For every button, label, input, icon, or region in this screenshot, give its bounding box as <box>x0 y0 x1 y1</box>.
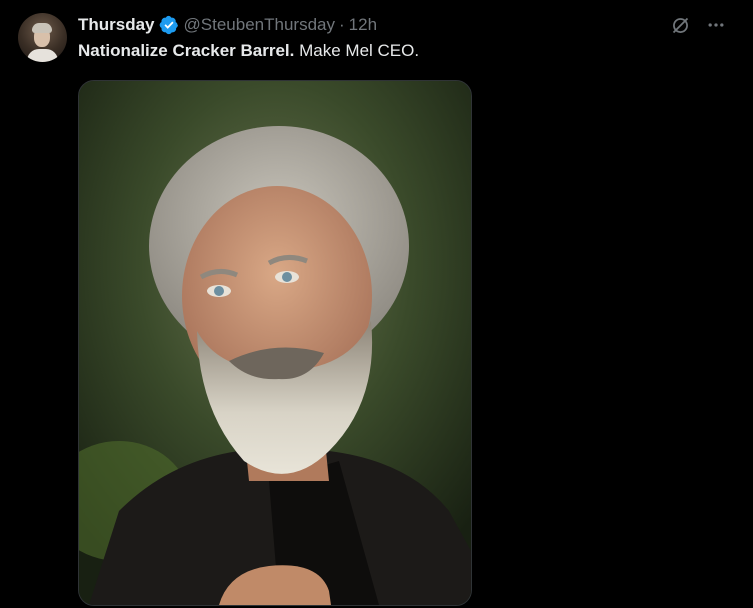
timestamp[interactable]: 12h <box>349 15 377 35</box>
tweet-text-bold: Nationalize Cracker Barrel. <box>78 41 295 60</box>
avatar-body <box>27 49 58 62</box>
separator-dot: · <box>339 15 345 34</box>
tweet[interactable]: Thursday @SteubenThursday · 12h National… <box>0 0 753 608</box>
top-actions <box>669 14 727 36</box>
tweet-header: Thursday @SteubenThursday · 12h <box>78 14 377 36</box>
tweet-text: Nationalize Cracker Barrel. Make Mel CEO… <box>78 41 419 61</box>
verified-badge-icon <box>159 15 179 35</box>
tweet-text-rest: Make Mel CEO. <box>294 41 420 60</box>
avatar[interactable] <box>18 13 67 62</box>
more-icon[interactable] <box>705 14 727 36</box>
display-name[interactable]: Thursday <box>78 15 155 35</box>
tweet-photo[interactable] <box>78 80 472 606</box>
handle[interactable]: @SteubenThursday <box>184 15 335 35</box>
portrait-illustration <box>79 81 471 605</box>
grok-icon[interactable] <box>669 14 691 36</box>
avatar-hair <box>32 23 52 33</box>
